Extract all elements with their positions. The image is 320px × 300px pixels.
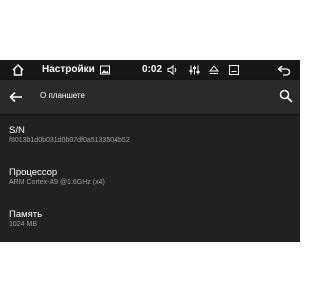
list-item-title: Процессор (9, 167, 58, 178)
minimize-icon[interactable] (229, 65, 239, 75)
gallery-icon (100, 65, 110, 75)
page-title: О планшете (40, 91, 85, 100)
sliders-icon[interactable] (189, 65, 200, 75)
list-item-title: Память (9, 209, 43, 220)
eject-icon[interactable] (209, 65, 219, 75)
status-bar: Настройки 0:02 (0, 60, 300, 80)
home-icon[interactable] (11, 63, 25, 77)
app-bar: О планшете (0, 80, 300, 114)
status-bar-title: Настройки (42, 64, 95, 75)
list-item-value: 1024 MB (9, 221, 38, 228)
arrow-back-icon[interactable] (8, 89, 24, 105)
search-icon[interactable] (279, 89, 293, 103)
list-item-value: ARM Cortex-A9 @1.6GHz (x4) (9, 179, 105, 186)
clock: 0:02 (142, 64, 163, 75)
device-screen: Настройки 0:02 О планшете S/N f8013b1d0b… (0, 60, 300, 242)
list-item-title: S/N (9, 125, 25, 136)
back-arrow-icon[interactable] (277, 64, 291, 76)
volume-icon[interactable] (167, 65, 179, 75)
list-item-value: f8013b1d0b031d0b07df0a5133504b52 (9, 137, 130, 144)
